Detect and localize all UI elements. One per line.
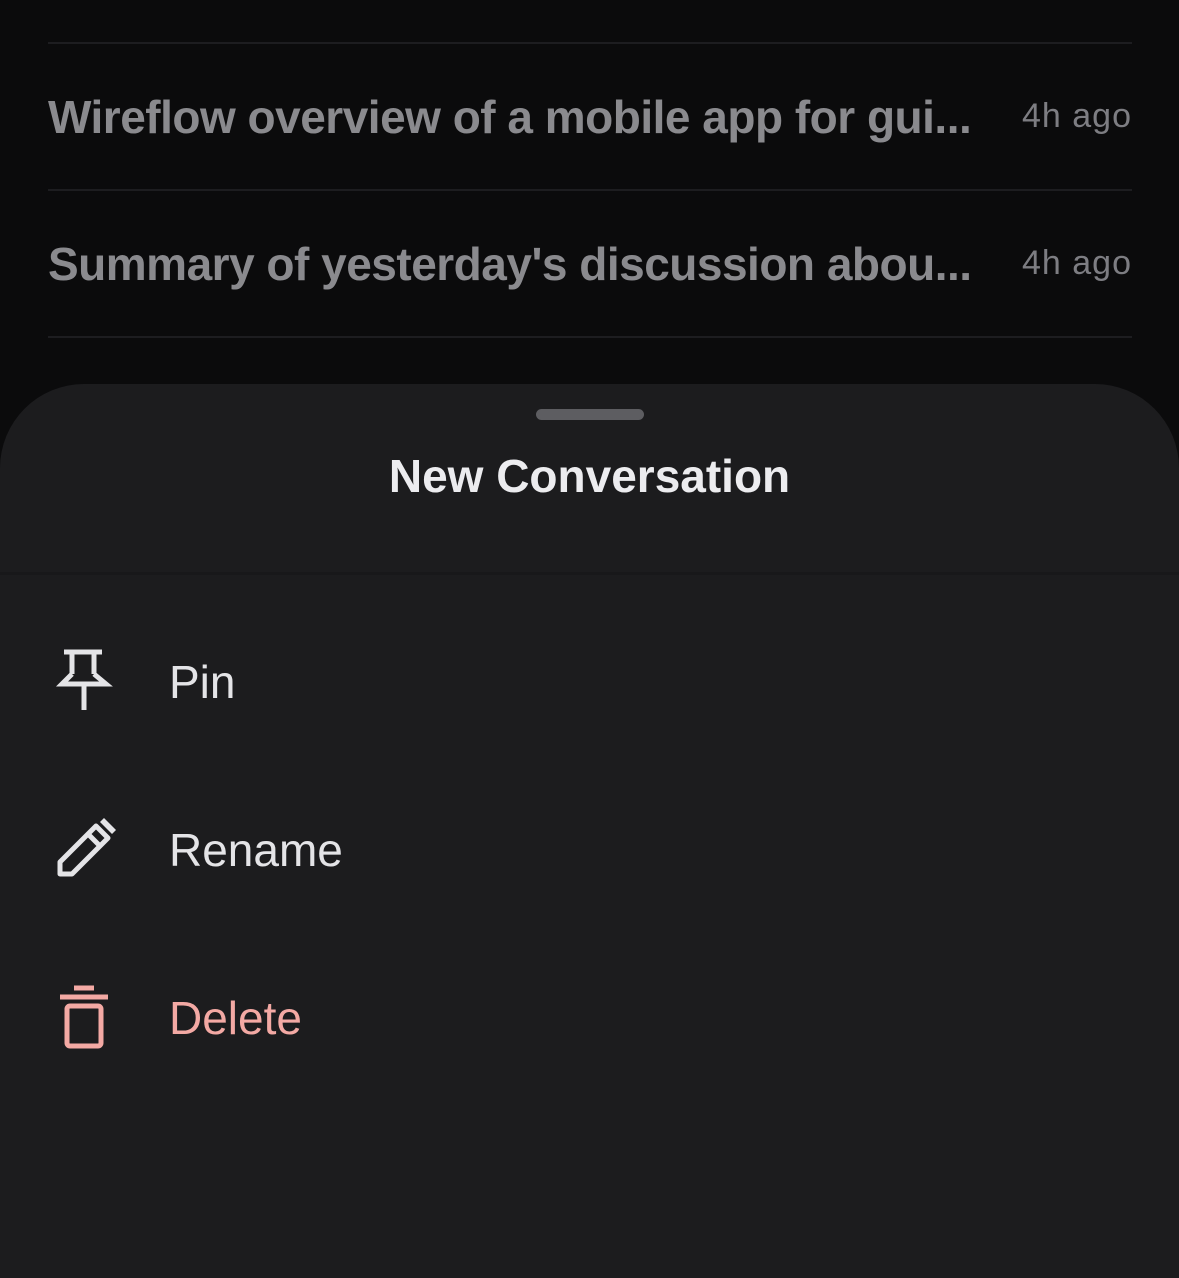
list-item[interactable]: Wireflow overview of a mobile app for gu…	[48, 44, 1132, 189]
conversation-actions-sheet: New Conversation Pin Rename Delete	[0, 384, 1179, 1278]
sheet-divider	[0, 572, 1179, 575]
list-divider	[48, 336, 1132, 338]
pin-label: Pin	[169, 656, 236, 708]
pencil-icon	[50, 816, 118, 884]
rename-button[interactable]: Rename	[0, 790, 1179, 910]
list-item[interactable]: Summary of yesterday's discussion abou..…	[48, 191, 1132, 336]
conversation-timestamp: 4h ago	[1022, 244, 1132, 282]
conversation-list: Wireflow overview of a mobile app for gu…	[48, 0, 1132, 338]
sheet-title: New Conversation	[388, 450, 791, 502]
conversation-timestamp: 4h ago	[1022, 97, 1132, 135]
rename-label: Rename	[169, 824, 343, 876]
pin-button[interactable]: Pin	[0, 622, 1179, 742]
conversation-title: Wireflow overview of a mobile app for gu…	[48, 90, 972, 143]
pin-icon	[50, 648, 118, 716]
delete-button[interactable]: Delete	[0, 958, 1179, 1078]
conversation-title: Summary of yesterday's discussion abou..…	[48, 237, 972, 290]
delete-label: Delete	[169, 992, 302, 1044]
sheet-drag-handle[interactable]	[536, 409, 644, 420]
trash-icon	[50, 984, 118, 1052]
